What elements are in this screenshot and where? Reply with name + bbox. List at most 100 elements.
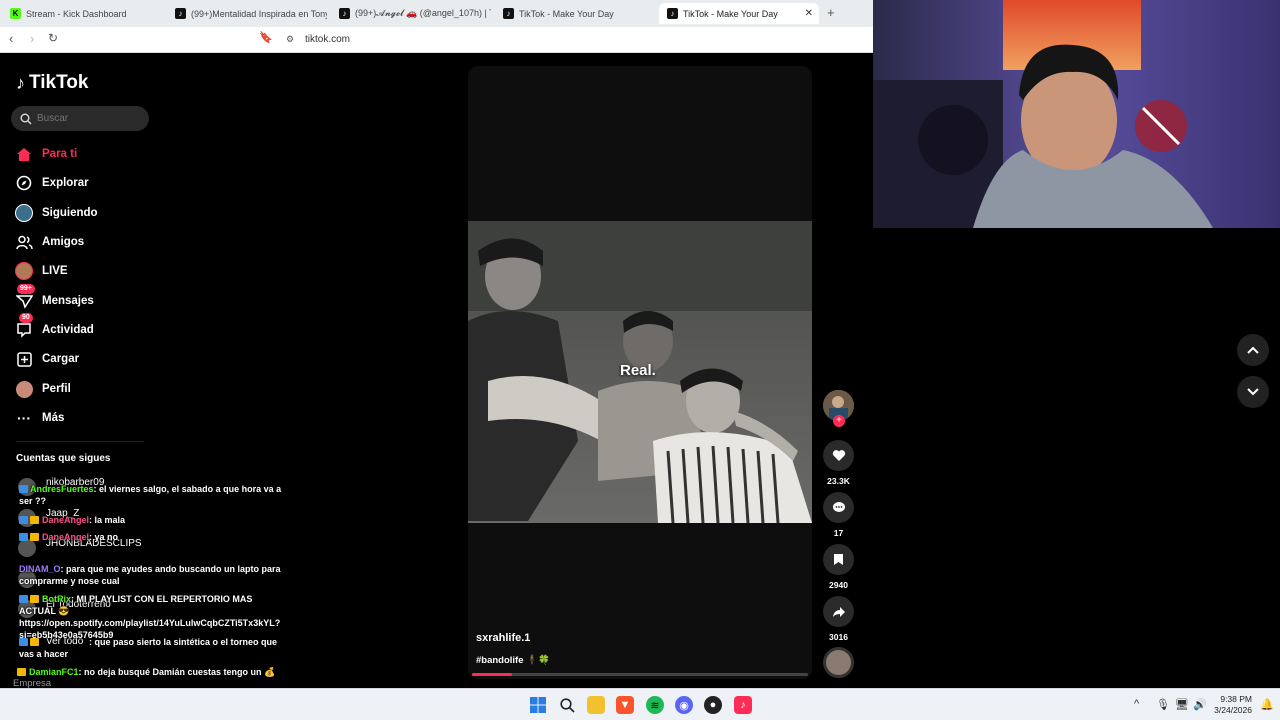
activity-icon: 90 xyxy=(15,313,33,339)
tab-tiktok-1[interactable]: ♪ TikTok - Make Your Day xyxy=(495,3,655,24)
search-box[interactable] xyxy=(11,106,149,131)
sidebar-divider xyxy=(16,441,144,442)
tiktok-logo-icon: ♪ xyxy=(16,72,25,93)
tab-angel[interactable]: ♪ (99+)𝓐𝓷𝓰𝓮𝓵 🚗 (@angel_107h) | Tik xyxy=(331,3,491,24)
comment-icon xyxy=(832,502,845,512)
video-progress-bar[interactable] xyxy=(472,673,808,676)
tiktok-app-icon[interactable]: ♪ xyxy=(734,696,752,714)
video-hashtags[interactable]: #bandolife 🕴️🍀 xyxy=(476,655,550,666)
save-count: 2940 xyxy=(829,580,848,590)
nav-explorar[interactable]: Explorar xyxy=(15,174,89,192)
nav-label: Mensajes xyxy=(42,295,94,307)
nav-label: LIVE xyxy=(42,265,68,277)
share-count: 3016 xyxy=(829,632,848,642)
clock-date: 3/24/2026 xyxy=(1214,705,1252,715)
chat-message: : que paso sierto la sintética o el torn… xyxy=(19,637,278,659)
chat-message: DaneAngel: ya no xyxy=(19,531,284,543)
nav-cargar[interactable]: Cargar xyxy=(15,350,79,368)
file-explorer-icon[interactable] xyxy=(587,696,605,714)
nav-actividad[interactable]: 90 Actividad xyxy=(15,313,94,339)
friends-icon xyxy=(15,233,33,251)
tray-overflow-icon[interactable]: ^ xyxy=(1134,698,1139,710)
search-icon[interactable] xyxy=(558,696,576,714)
messages-icon: 99+ xyxy=(15,284,35,310)
nav-label: Explorar xyxy=(42,177,89,189)
tab-tiktok-active[interactable]: ♪ TikTok - Make Your Day ✕ xyxy=(659,3,819,24)
reload-icon[interactable]: ↻ xyxy=(48,31,58,45)
profile-icon xyxy=(15,380,33,398)
site-info-icon[interactable]: ⚙ xyxy=(286,34,294,45)
system-clock[interactable]: 9:38 PM 3/24/2026 xyxy=(1212,694,1252,716)
bookmark-icon[interactable]: 🔖 xyxy=(259,31,273,44)
back-icon[interactable]: ‹ xyxy=(9,31,13,46)
tiktok-logo[interactable]: ♪ TikTok xyxy=(16,72,88,94)
video-frame: Real. xyxy=(468,221,812,523)
search-input[interactable] xyxy=(37,113,137,124)
tab-title: TikTok - Make Your Day xyxy=(683,8,778,19)
windows-taskbar: ▼ ≋ ◉ ● ♪ ^ 🎙 🖥 🔊 9:38 PM 3/24/2026 🔔 xyxy=(0,688,1280,720)
tiktok-icon: ♪ xyxy=(503,8,514,19)
tab-title: TikTok - Make Your Day xyxy=(519,8,614,19)
start-button-icon[interactable] xyxy=(529,696,547,714)
empty-area xyxy=(873,228,1280,688)
close-tab-icon[interactable]: ✕ xyxy=(805,8,813,19)
heart-icon xyxy=(832,450,845,461)
follow-button[interactable]: + xyxy=(833,415,845,427)
share-button[interactable] xyxy=(823,596,854,627)
webcam-overlay xyxy=(873,0,1280,228)
video-author[interactable]: sxrahlife.1 xyxy=(476,632,530,644)
tab-title: (99+)Mentalidad Inspirada en Tony M xyxy=(191,8,327,19)
volume-icon[interactable]: 🔊 xyxy=(1193,698,1207,711)
chat-message: BotRix: MI PLAYLIST CON EL REPERTORIO MA… xyxy=(19,594,281,640)
chat-message: DaneAngel: la mala xyxy=(19,514,284,526)
address-bar: ‹ › ↻ 🔖 ⚙ tiktok.com xyxy=(0,27,873,53)
tab-kick-dashboard[interactable]: K Stream - Kick Dashboard xyxy=(2,3,165,24)
nav-mensajes[interactable]: 99+ Mensajes xyxy=(15,284,94,310)
home-icon xyxy=(15,145,33,163)
more-icon: ··· xyxy=(17,410,31,426)
discord-icon[interactable]: ◉ xyxy=(675,696,693,714)
nav-label: Siguiendo xyxy=(42,207,98,219)
save-button[interactable] xyxy=(823,544,854,575)
tiktok-icon: ♪ xyxy=(175,8,186,19)
forward-icon[interactable]: › xyxy=(30,31,34,46)
chat-message: DamianFC1: no deja busqué Damián cuestas… xyxy=(17,666,282,678)
nav-para-ti[interactable]: Para ti xyxy=(15,145,77,163)
live-icon xyxy=(15,262,33,280)
bookmark-icon xyxy=(834,554,843,565)
tiktok-page: ♪ TikTok Para ti Explorar Siguiendo Amig… xyxy=(0,54,873,689)
comment-button[interactable] xyxy=(823,492,854,523)
tab-mentalidad[interactable]: ♪ (99+)Mentalidad Inspirada en Tony M xyxy=(167,3,327,24)
nav-siguiendo[interactable]: Siguiendo xyxy=(15,204,98,222)
microphone-icon[interactable]: 🎙 xyxy=(1156,698,1170,711)
chevron-down-icon xyxy=(1247,388,1259,396)
nav-label: Actividad xyxy=(42,324,94,336)
nav-label: Más xyxy=(42,412,65,424)
brave-browser-icon[interactable]: ▼ xyxy=(616,696,634,714)
music-disc-icon[interactable] xyxy=(823,647,854,678)
tiktok-icon: ♪ xyxy=(339,8,350,19)
messages-badge: 99+ xyxy=(17,284,35,294)
previous-video-button[interactable] xyxy=(1237,334,1269,366)
chat-message: DINAM_O: para que me ayudes ando buscand… xyxy=(19,564,281,586)
nav-label: Para ti xyxy=(42,148,78,160)
spotify-icon[interactable]: ≋ xyxy=(646,696,664,714)
video-player[interactable]: Real. sxrahlife.1 #bandolife 🕴️🍀 xyxy=(468,66,812,679)
new-tab-icon[interactable]: + xyxy=(827,5,835,20)
nav-live[interactable]: LIVE xyxy=(15,262,68,280)
share-icon xyxy=(832,606,845,617)
nav-label: Amigos xyxy=(42,236,85,248)
nav-amigos[interactable]: Amigos xyxy=(15,233,84,251)
nav-mas[interactable]: ··· Más xyxy=(15,409,64,427)
clock-time: 9:38 PM xyxy=(1220,694,1252,704)
nav-perfil[interactable]: Perfil xyxy=(15,380,71,398)
notifications-icon[interactable]: 🔔 xyxy=(1260,698,1274,711)
upload-icon xyxy=(15,350,33,368)
following-icon xyxy=(15,204,33,222)
obs-icon[interactable]: ● xyxy=(704,696,722,714)
next-video-button[interactable] xyxy=(1237,376,1269,408)
url-text[interactable]: tiktok.com xyxy=(305,34,350,45)
network-icon[interactable]: 🖥 xyxy=(1175,698,1189,711)
like-button[interactable] xyxy=(823,440,854,471)
nav-label: Perfil xyxy=(42,383,71,395)
